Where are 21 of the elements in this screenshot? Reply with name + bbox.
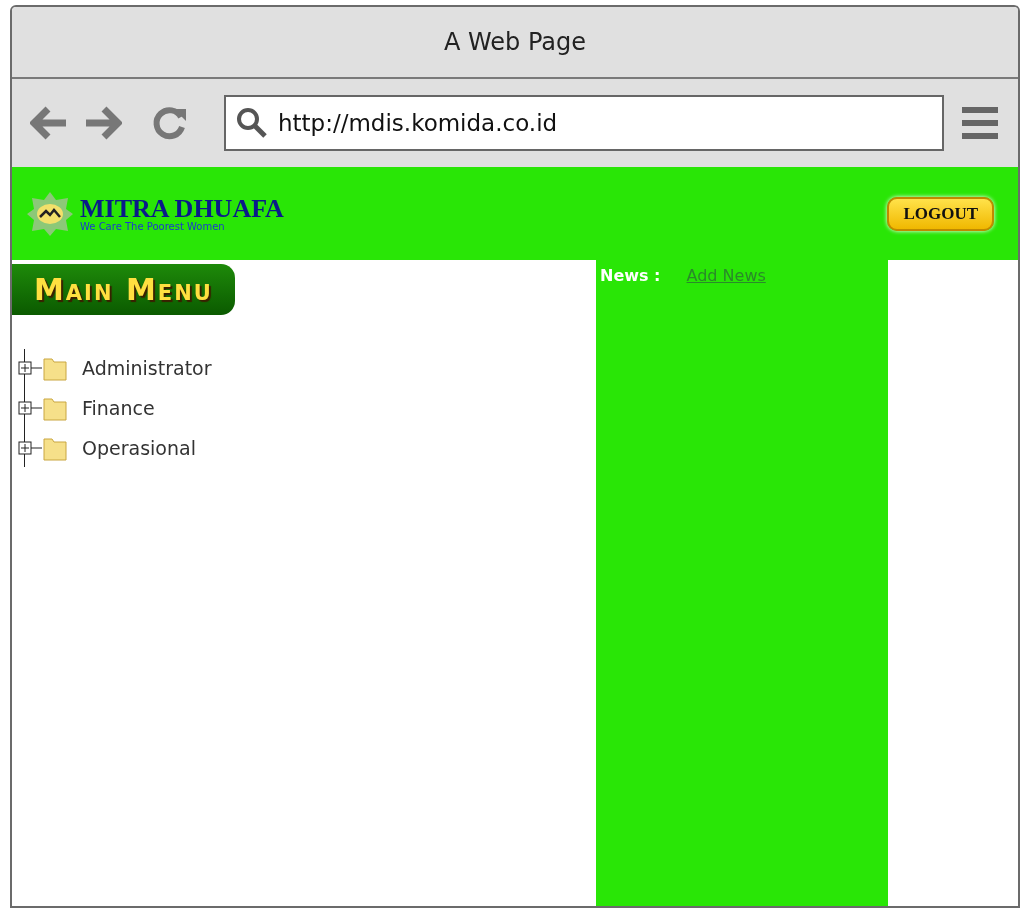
logo-tagline: We Care The Poorest Women <box>80 221 226 232</box>
logout-button[interactable]: LOGOUT <box>887 196 994 231</box>
reload-icon[interactable] <box>152 105 188 141</box>
logo-title: MITRA DHUAFA <box>80 195 284 222</box>
menu-icon[interactable] <box>960 105 1000 141</box>
expand-icon[interactable] <box>18 401 42 415</box>
expand-icon[interactable] <box>18 441 42 455</box>
tree-item[interactable]: Operasional <box>82 437 196 459</box>
window-title: A Web Page <box>12 7 1018 79</box>
tree-item[interactable]: Administrator <box>82 357 212 379</box>
news-label: News : <box>600 266 661 285</box>
folder-icon <box>42 395 68 421</box>
main-menu-banner: Main Menu <box>12 264 235 315</box>
search-icon <box>236 107 268 139</box>
folder-icon <box>42 435 68 461</box>
back-icon[interactable] <box>30 106 68 140</box>
tree-item[interactable]: Finance <box>82 397 155 419</box>
folder-icon <box>42 355 68 381</box>
address-field[interactable]: http://mdis.komida.co.id <box>224 95 944 151</box>
forward-icon[interactable] <box>84 106 122 140</box>
expand-icon[interactable] <box>18 361 42 375</box>
